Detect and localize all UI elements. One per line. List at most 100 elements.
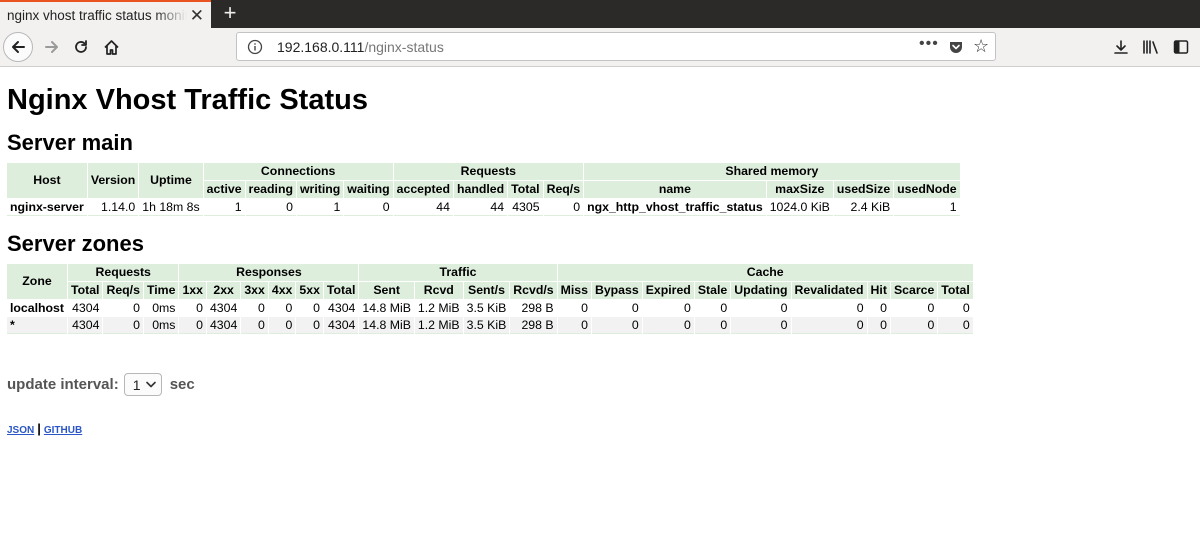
table-cell: 0: [890, 317, 938, 334]
server-main-heading: Server main: [7, 130, 133, 155]
back-button[interactable]: [3, 32, 33, 62]
tab-title: nginx vhost traffic status monitor: [7, 7, 187, 23]
column-header: usedSize: [833, 181, 894, 198]
table-cell: 0: [296, 300, 323, 316]
update-interval-control: update interval: 1 sec: [7, 373, 1193, 396]
column-header: Total: [938, 282, 973, 299]
column-header: reading: [245, 181, 296, 198]
new-tab-icon[interactable]: +: [218, 0, 242, 28]
column-header: Stale: [694, 282, 731, 299]
table-cell: 0: [241, 317, 268, 334]
table-cell: 1h 18m 8s: [139, 199, 203, 216]
column-header: maxSize: [766, 181, 833, 198]
server-zones-table: Zone Requests Responses Traffic Cache To…: [6, 263, 974, 335]
tab-bar: nginx vhost traffic status monitor ✕ +: [0, 0, 1200, 28]
column-header: Total: [508, 181, 543, 198]
table-cell: 44: [453, 199, 508, 216]
library-button[interactable]: [1138, 34, 1164, 60]
json-link[interactable]: JSON: [7, 425, 34, 436]
table-cell: 0: [938, 300, 973, 316]
sidebar-button[interactable]: [1168, 34, 1194, 60]
table-cell: 1.2 MiB: [414, 317, 463, 334]
table-cell: 1: [894, 199, 960, 216]
column-header: active: [203, 181, 245, 198]
table-cell: 0: [731, 300, 791, 316]
browser-tab[interactable]: nginx vhost traffic status monitor ✕: [0, 0, 211, 28]
table-cell: 298 B: [510, 317, 557, 334]
table-cell: 3.5 KiB: [463, 317, 510, 334]
column-header: Sent/s: [463, 282, 510, 299]
reload-button[interactable]: [68, 34, 94, 60]
update-interval-select[interactable]: 1: [123, 373, 162, 396]
downloads-button[interactable]: [1108, 34, 1134, 60]
page-content: Nginx Vhost Traffic Status Server main H…: [0, 67, 1200, 436]
home-button[interactable]: [98, 34, 124, 60]
bookmark-star-icon[interactable]: ☆: [973, 37, 989, 55]
table-cell: 3.5 KiB: [463, 300, 510, 316]
column-header: 3xx: [241, 282, 268, 299]
sidebar-icon: [1173, 40, 1189, 54]
column-header: Req/s: [103, 282, 143, 299]
column-header: Sent: [359, 282, 414, 299]
table-cell: 1024.0 KiB: [766, 199, 833, 216]
table-cell: 0: [245, 199, 296, 216]
column-header: name: [584, 181, 766, 198]
column-group-connections: Connections: [203, 163, 393, 180]
github-link[interactable]: GITHUB: [44, 425, 82, 436]
site-info-icon[interactable]: [247, 39, 263, 55]
table-cell: 0: [591, 317, 642, 334]
table-row: * 4304 0 0ms 0 4304 0 0 0 4304 14.8 MiB …: [7, 317, 973, 334]
close-tab-icon[interactable]: ✕: [190, 6, 204, 26]
column-header: Hit: [867, 282, 890, 299]
pocket-icon[interactable]: [948, 39, 964, 55]
address-bar[interactable]: 192.168.0.111/nginx-status ••• ☆: [236, 32, 996, 61]
table-cell: localhost: [7, 300, 67, 316]
table-cell: 0: [179, 317, 206, 334]
table-cell: nginx-server: [7, 199, 87, 216]
column-header: Total: [323, 282, 359, 299]
column-header: Miss: [557, 282, 591, 299]
column-group-shared-memory: Shared memory: [584, 163, 960, 180]
column-header: Revalidated: [791, 282, 867, 299]
table-cell: 0: [791, 300, 867, 316]
column-host: Host: [7, 163, 87, 198]
table-cell: 0: [557, 317, 591, 334]
column-group-responses: Responses: [179, 264, 359, 281]
column-header: Rcvd: [414, 282, 463, 299]
column-group-traffic: Traffic: [359, 264, 557, 281]
page-actions-icon[interactable]: •••: [919, 35, 939, 53]
table-cell: 0: [543, 199, 584, 216]
url-text[interactable]: 192.168.0.111/nginx-status: [277, 39, 444, 55]
update-interval-unit: sec: [169, 376, 195, 393]
column-header: 4xx: [268, 282, 296, 299]
column-header: waiting: [344, 181, 393, 198]
table-cell: 1: [203, 199, 245, 216]
table-cell: 4304: [206, 300, 241, 316]
column-header: Updating: [731, 282, 791, 299]
table-cell: 4304: [206, 317, 241, 334]
table-cell: 0: [268, 317, 296, 334]
column-group-requests: Requests: [67, 264, 179, 281]
table-cell: 0: [642, 300, 694, 316]
table-cell: 0: [890, 300, 938, 316]
table-cell: 4304: [67, 300, 103, 316]
server-zones-subheader-row: Total Req/s Time 1xx 2xx 3xx 4xx 5xx Tot…: [7, 282, 973, 299]
forward-button[interactable]: [39, 34, 65, 60]
footer-links: JSON | GITHUB: [7, 421, 1193, 436]
table-cell: 298 B: [510, 300, 557, 316]
table-cell: 0: [791, 317, 867, 334]
table-cell: 0: [103, 300, 143, 316]
column-header: accepted: [393, 181, 453, 198]
table-cell: 0: [867, 317, 890, 334]
column-group-cache: Cache: [557, 264, 973, 281]
url-host: 192.168.0.111: [277, 39, 365, 55]
table-cell: 0ms: [143, 300, 179, 316]
table-cell: 0: [557, 300, 591, 316]
server-zones-heading: Server zones: [7, 231, 144, 256]
back-arrow-icon: [12, 41, 25, 53]
table-cell: 0: [731, 317, 791, 334]
table-cell: 0: [268, 300, 296, 316]
table-cell: 14.8 MiB: [359, 317, 414, 334]
column-header: writing: [296, 181, 344, 198]
home-icon: [103, 39, 119, 55]
